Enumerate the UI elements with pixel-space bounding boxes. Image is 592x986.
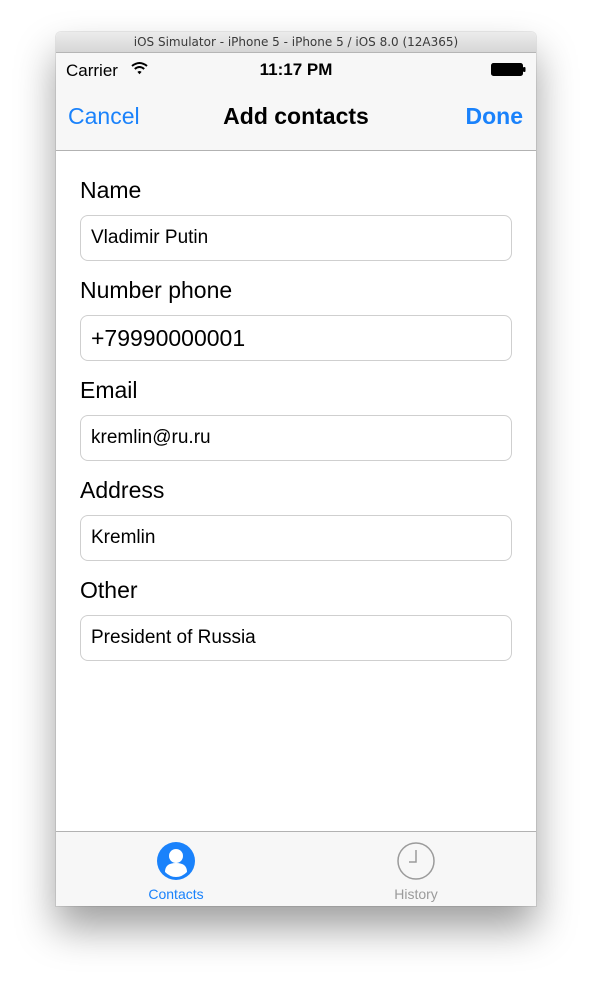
tab-bar: Contacts History [56, 831, 536, 906]
email-field-group: Email [80, 373, 512, 473]
other-label: Other [80, 577, 138, 603]
tab-contacts-label: Contacts [148, 886, 204, 902]
tab-history-label: History [394, 886, 438, 902]
name-label: Name [80, 177, 142, 203]
other-input[interactable] [80, 615, 512, 661]
clock-icon [397, 842, 435, 880]
phone-input[interactable] [80, 315, 512, 361]
phone-label: Number phone [80, 277, 233, 303]
address-label: Address [80, 477, 165, 503]
window-title: iOS Simulator - iPhone 5 - iPhone 5 / iO… [56, 32, 536, 53]
name-input[interactable] [80, 215, 512, 261]
status-bar: Carrier 11:17 PM [56, 53, 536, 87]
email-label: Email [80, 377, 138, 403]
battery-icon [491, 63, 526, 76]
tab-contacts[interactable]: Contacts [56, 832, 296, 906]
email-input[interactable] [80, 415, 512, 461]
address-input[interactable] [80, 515, 512, 561]
navigation-bar: Carrier 11:17 PM Cancel Add contacts Don… [56, 53, 536, 151]
desktop: iOS Simulator - iPhone 5 - iPhone 5 / iO… [0, 0, 592, 986]
name-field-group: Name [80, 173, 512, 273]
simulator-window: iOS Simulator - iPhone 5 - iPhone 5 / iO… [56, 32, 536, 906]
cancel-button[interactable]: Cancel [68, 103, 140, 130]
phone-field-group: Number phone [80, 273, 512, 373]
address-field-group: Address [80, 473, 512, 573]
tab-history[interactable]: History [296, 832, 536, 906]
other-field-group: Other [80, 573, 512, 673]
contact-form: Name Number phone Email Address Other [80, 173, 512, 673]
done-button[interactable]: Done [466, 103, 524, 130]
iphone-screen: Carrier 11:17 PM Cancel Add contacts Don… [56, 53, 536, 906]
person-icon [157, 842, 195, 880]
status-time: 11:17 PM [259, 60, 333, 79]
